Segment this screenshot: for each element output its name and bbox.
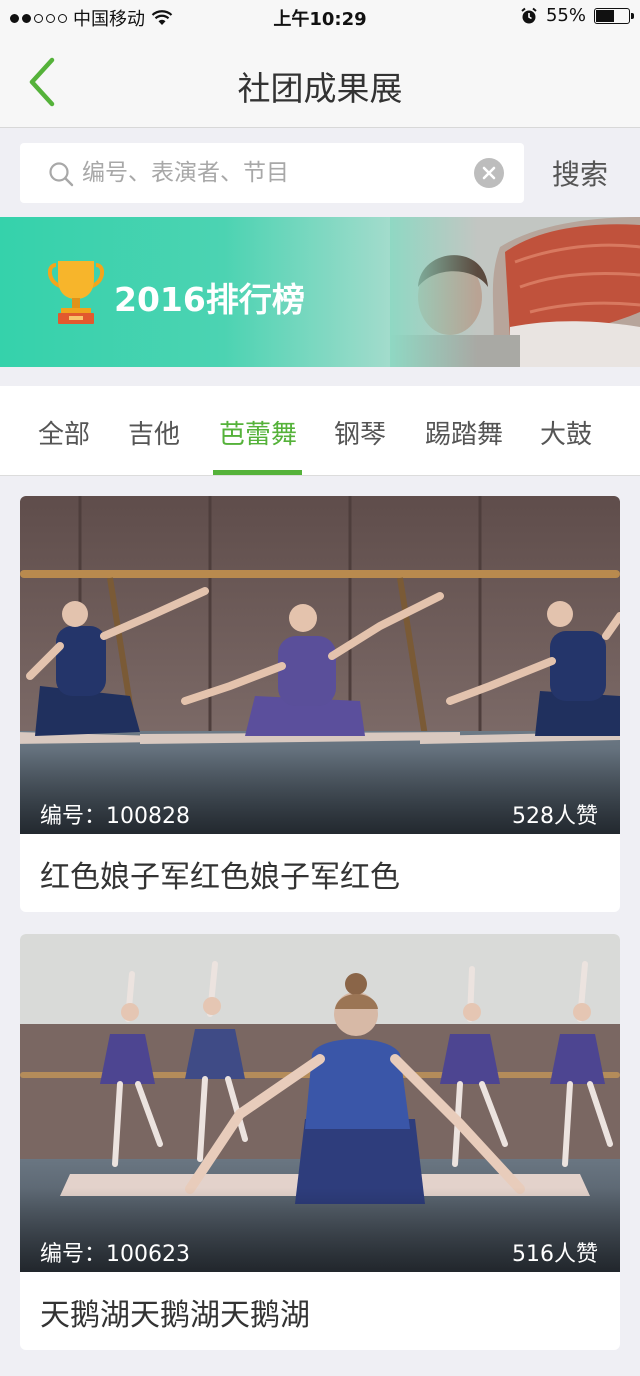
like-count: 516人赞 — [512, 1242, 598, 1267]
navigation-bar: 社团成果展 — [0, 34, 640, 128]
search-box — [20, 143, 524, 203]
tab-drum[interactable]: 大鼓 — [540, 414, 592, 451]
status-right: 55% — [520, 5, 634, 26]
battery-percent: 55% — [545, 5, 586, 26]
search-icon — [49, 162, 74, 187]
performance-code: 编号：100828 — [40, 804, 190, 829]
performance-title: 天鹅湖天鹅湖天鹅湖 — [40, 1298, 310, 1333]
category-tabs: 全部 吉他 芭蕾舞 钢琴 踢踏舞 大鼓 — [0, 386, 640, 476]
page-title: 社团成果展 — [237, 69, 403, 108]
like-count: 528人赞 — [512, 804, 598, 829]
status-bar: 中国移动 上午10:29 55% — [0, 0, 640, 34]
tab-piano[interactable]: 钢琴 — [334, 414, 386, 451]
performance-card[interactable]: 编号：100623 516人赞 天鹅湖天鹅湖天鹅湖 — [20, 934, 620, 1350]
performance-card[interactable]: 编号：100828 528人赞 红色娘子军红色娘子军红色 — [20, 496, 620, 912]
banner-title: 2016排行榜 — [114, 280, 305, 319]
trophy-icon — [48, 261, 104, 324]
alarm-icon — [521, 7, 537, 23]
performance-code: 编号：100623 — [40, 1242, 190, 1267]
search-input[interactable] — [82, 153, 462, 193]
search-bar: 搜索 — [0, 129, 640, 217]
active-tab-indicator — [213, 470, 302, 475]
tab-tap-dance[interactable]: 踢踏舞 — [425, 414, 503, 451]
banner-dancer-image — [390, 217, 640, 367]
battery-icon — [594, 7, 634, 24]
tab-ballet[interactable]: 芭蕾舞 — [219, 414, 297, 451]
tab-guitar[interactable]: 吉他 — [128, 414, 180, 451]
performance-title: 红色娘子军红色娘子军红色 — [40, 860, 400, 895]
tab-all[interactable]: 全部 — [38, 414, 90, 451]
clear-icon[interactable] — [474, 158, 504, 188]
ranking-banner[interactable]: 2016排行榜 — [0, 217, 640, 367]
search-button[interactable]: 搜索 — [552, 153, 608, 193]
performance-photo — [20, 496, 620, 834]
performance-photo — [20, 934, 620, 1272]
